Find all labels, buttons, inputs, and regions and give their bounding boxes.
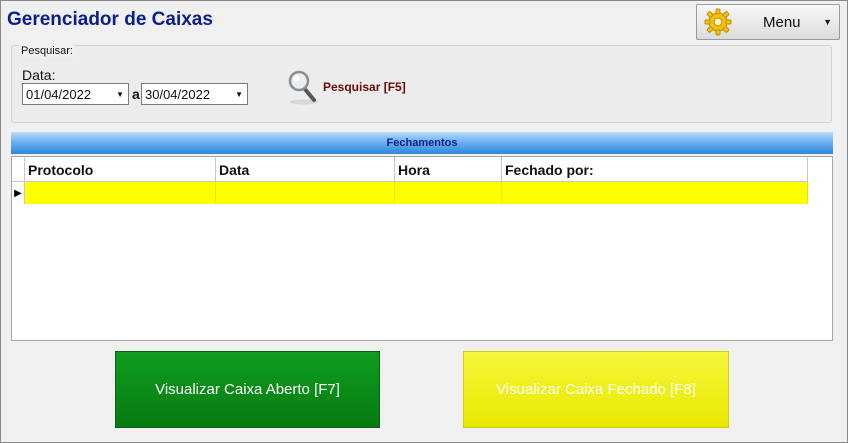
closings-table[interactable]: Protocolo Data Hora Fechado por: ▶ <box>11 156 833 341</box>
chevron-down-icon: ▼ <box>823 17 832 27</box>
chevron-down-icon: ▼ <box>116 89 124 99</box>
cell-hora[interactable] <box>395 182 502 204</box>
date-from-select[interactable]: 01/04/2022 ▼ <box>22 83 129 105</box>
section-title: Fechamentos <box>386 137 458 149</box>
column-header-protocolo[interactable]: Protocolo <box>25 157 216 182</box>
column-header-data[interactable]: Data <box>216 157 395 182</box>
search-button-label: Pesquisar [F5] <box>323 80 406 94</box>
window-title: Gerenciador de Caixas <box>7 9 213 30</box>
date-label: Data: <box>22 67 56 83</box>
date-range-separator: a <box>132 86 140 102</box>
cell-protocolo[interactable] <box>25 182 216 204</box>
row-selector-icon: ▶ <box>12 182 25 204</box>
search-panel: Pesquisar: Data: 01/04/2022 ▼ a 30/04/20… <box>11 45 832 123</box>
cell-fechado-por[interactable] <box>502 182 808 204</box>
column-header-hora[interactable]: Hora <box>395 157 502 182</box>
section-header: Fechamentos <box>11 132 833 154</box>
magnifier-icon <box>288 70 318 105</box>
column-header-fechado-por[interactable]: Fechado por: <box>502 157 808 182</box>
table-row[interactable]: ▶ <box>12 182 808 204</box>
table-header: Protocolo Data Hora Fechado por: <box>12 157 808 182</box>
row-indicator-header <box>12 157 25 182</box>
menu-button[interactable]: Menu ▼ <box>696 4 840 40</box>
chevron-down-icon: ▼ <box>235 89 243 99</box>
date-to-select[interactable]: 30/04/2022 ▼ <box>141 83 248 105</box>
date-from-value: 01/04/2022 <box>26 86 92 102</box>
cell-data[interactable] <box>216 182 395 204</box>
view-closed-cashier-button[interactable]: Visualizar Caixa Fechado [F8] <box>463 351 729 428</box>
search-legend: Pesquisar: <box>19 45 75 57</box>
view-open-cashier-button[interactable]: Visualizar Caixa Aberto [F7] <box>115 351 380 428</box>
date-to-value: 30/04/2022 <box>145 86 211 102</box>
search-button[interactable]: Pesquisar [F5] <box>287 68 406 106</box>
gear-icon <box>704 8 732 36</box>
menu-label: Menu <box>763 13 801 31</box>
